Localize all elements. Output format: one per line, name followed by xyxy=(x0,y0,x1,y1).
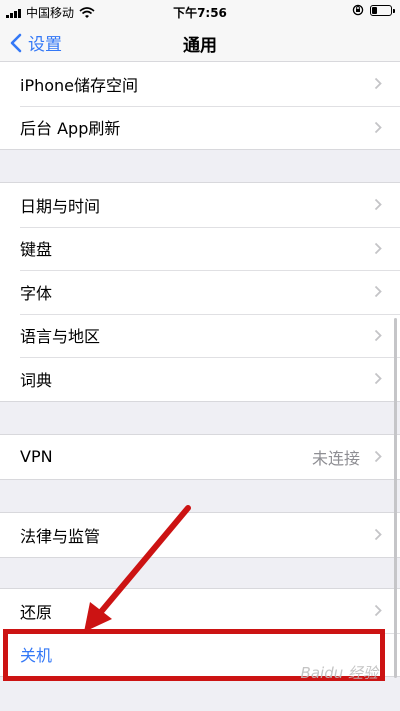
row-label: 语言与地区 xyxy=(20,327,101,347)
settings-row-date-time[interactable]: 日期与时间 xyxy=(0,183,400,227)
chevron-right-icon xyxy=(368,372,388,385)
chevron-right-icon xyxy=(368,121,388,134)
status-bar: 中国移动 下午7:56 xyxy=(0,0,400,22)
status-right xyxy=(352,4,395,16)
settings-row-background-refresh[interactable]: 后台 App刷新 xyxy=(0,105,400,150)
chevron-right-icon xyxy=(368,528,388,541)
chevron-right-icon xyxy=(368,242,388,255)
battery-icon xyxy=(370,4,395,16)
row-label: 字体 xyxy=(20,283,53,303)
storage-group: iPhone储存空间 后台 App刷新 xyxy=(0,62,400,150)
settings-row-fonts[interactable]: 字体 xyxy=(0,270,400,314)
status-time: 下午7:56 xyxy=(173,6,227,20)
settings-row-reset[interactable]: 还原 xyxy=(0,589,400,633)
settings-row-dictionary[interactable]: 词典 xyxy=(0,357,400,401)
row-label: 词典 xyxy=(20,370,53,390)
chevron-right-icon xyxy=(368,329,388,342)
chevron-right-icon xyxy=(368,77,388,90)
settings-row-legal[interactable]: 法律与监管 xyxy=(0,513,400,557)
settings-row-keyboard[interactable]: 键盘 xyxy=(0,226,400,271)
chevron-right-icon xyxy=(368,285,388,298)
scroll-indicator[interactable] xyxy=(394,318,397,678)
chevron-right-icon xyxy=(368,604,388,617)
settings-row-language-region[interactable]: 语言与地区 xyxy=(0,313,400,358)
settings-row-iphone-storage[interactable]: iPhone储存空间 xyxy=(0,62,400,106)
row-label: 键盘 xyxy=(20,240,53,260)
chevron-right-icon xyxy=(368,450,388,463)
row-label: 还原 xyxy=(20,602,53,622)
row-label: iPhone储存空间 xyxy=(20,75,139,95)
row-label: VPN xyxy=(20,447,53,467)
battery-fill xyxy=(372,6,378,14)
settings-row-vpn[interactable]: VPN 未连接 xyxy=(0,435,400,479)
row-label: 日期与时间 xyxy=(20,196,101,216)
row-label: 法律与监管 xyxy=(20,526,101,546)
navigation-bar: 设置 通用 xyxy=(0,22,400,62)
orientation-lock-icon xyxy=(352,4,364,16)
locale-group: 日期与时间 键盘 字体 语言与地区 词典 xyxy=(0,182,400,402)
row-label: 后台 App刷新 xyxy=(20,119,121,139)
chevron-right-icon xyxy=(368,198,388,211)
legal-group: 法律与监管 xyxy=(0,512,400,558)
watermark: Baidu 经验 xyxy=(300,664,378,682)
vpn-group: VPN 未连接 xyxy=(0,434,400,480)
vpn-status: 未连接 xyxy=(311,448,360,468)
page-title: 通用 xyxy=(183,36,217,56)
